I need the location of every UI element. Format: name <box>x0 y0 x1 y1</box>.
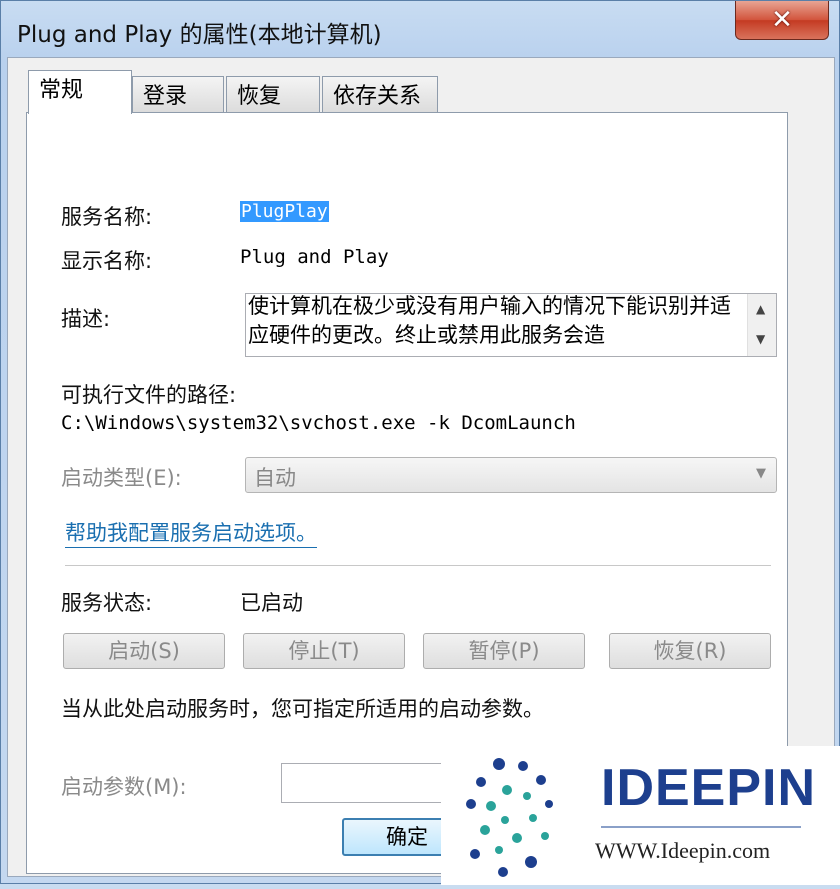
params-label: 启动参数(M): <box>61 775 187 799</box>
display-name-value: Plug and Play <box>240 246 389 268</box>
description-label: 描述: <box>61 307 111 331</box>
chevron-down-icon: ▼ <box>756 466 766 481</box>
display-name-label: 显示名称: <box>61 249 153 273</box>
path-value: C:\Windows\system32\svchost.exe -k DcomL… <box>61 412 576 434</box>
scroll-up-icon[interactable]: ▲ <box>756 302 765 316</box>
startup-type-select[interactable]: 自动 ▼ <box>245 457 777 493</box>
divider <box>65 565 771 566</box>
window-title: Plug and Play 的属性(本地计算机) <box>17 22 382 48</box>
tab-logon[interactable]: 登录 <box>132 76 224 112</box>
tab-dependencies-label: 依存关系 <box>333 84 422 109</box>
tab-recovery[interactable]: 恢复 <box>226 76 320 112</box>
stop-button[interactable]: 停止(T) <box>243 633 405 669</box>
description-textbox[interactable]: 使计算机在极少或没有用户输入的情况下能识别并适应硬件的更改。终止或禁用此服务会造… <box>245 293 777 357</box>
service-status-label: 服务状态: <box>61 591 153 615</box>
startup-type-label: 启动类型(E): <box>61 466 182 490</box>
path-label: 可执行文件的路径: <box>61 383 237 407</box>
watermark-url: WWW.Ideepin.com <box>595 838 771 863</box>
watermark-overlay: IDEEPIN WWW.Ideepin.com <box>441 746 840 885</box>
help-configure-link[interactable]: 帮助我配置服务启动选项。 <box>65 517 317 548</box>
watermark-divider <box>601 826 801 828</box>
pause-button[interactable]: 暂停(P) <box>423 633 585 669</box>
watermark-brand: IDEEPIN <box>601 759 817 817</box>
service-status-value: 已启动 <box>240 591 303 615</box>
description-scrollbar[interactable]: ▲ ▼ <box>747 294 776 356</box>
tab-dependencies[interactable]: 依存关系 <box>322 76 438 112</box>
tab-logon-label: 登录 <box>143 84 188 109</box>
tab-general[interactable]: 常规 <box>28 70 132 114</box>
start-button[interactable]: 启动(S) <box>63 633 225 669</box>
scroll-down-icon[interactable]: ▼ <box>756 332 765 346</box>
description-text: 使计算机在极少或没有用户输入的情况下能识别并适应硬件的更改。终止或禁用此服务会造 <box>248 294 731 347</box>
properties-window: Plug and Play 的属性(本地计算机) ✕ 常规 登录 恢复 依存关系… <box>0 0 840 885</box>
resume-button[interactable]: 恢复(R) <box>609 633 771 669</box>
tab-general-label: 常规 <box>39 78 84 103</box>
close-button[interactable]: ✕ <box>735 1 829 40</box>
params-note: 当从此处启动服务时，您可指定所适用的启动参数。 <box>61 697 544 721</box>
startup-type-value: 自动 <box>254 466 296 490</box>
service-name-label: 服务名称: <box>61 205 153 229</box>
tab-recovery-label: 恢复 <box>237 84 282 109</box>
close-icon: ✕ <box>771 5 793 35</box>
ideepin-logo-icon <box>466 758 553 877</box>
service-name-value[interactable]: PlugPlay <box>240 201 329 222</box>
